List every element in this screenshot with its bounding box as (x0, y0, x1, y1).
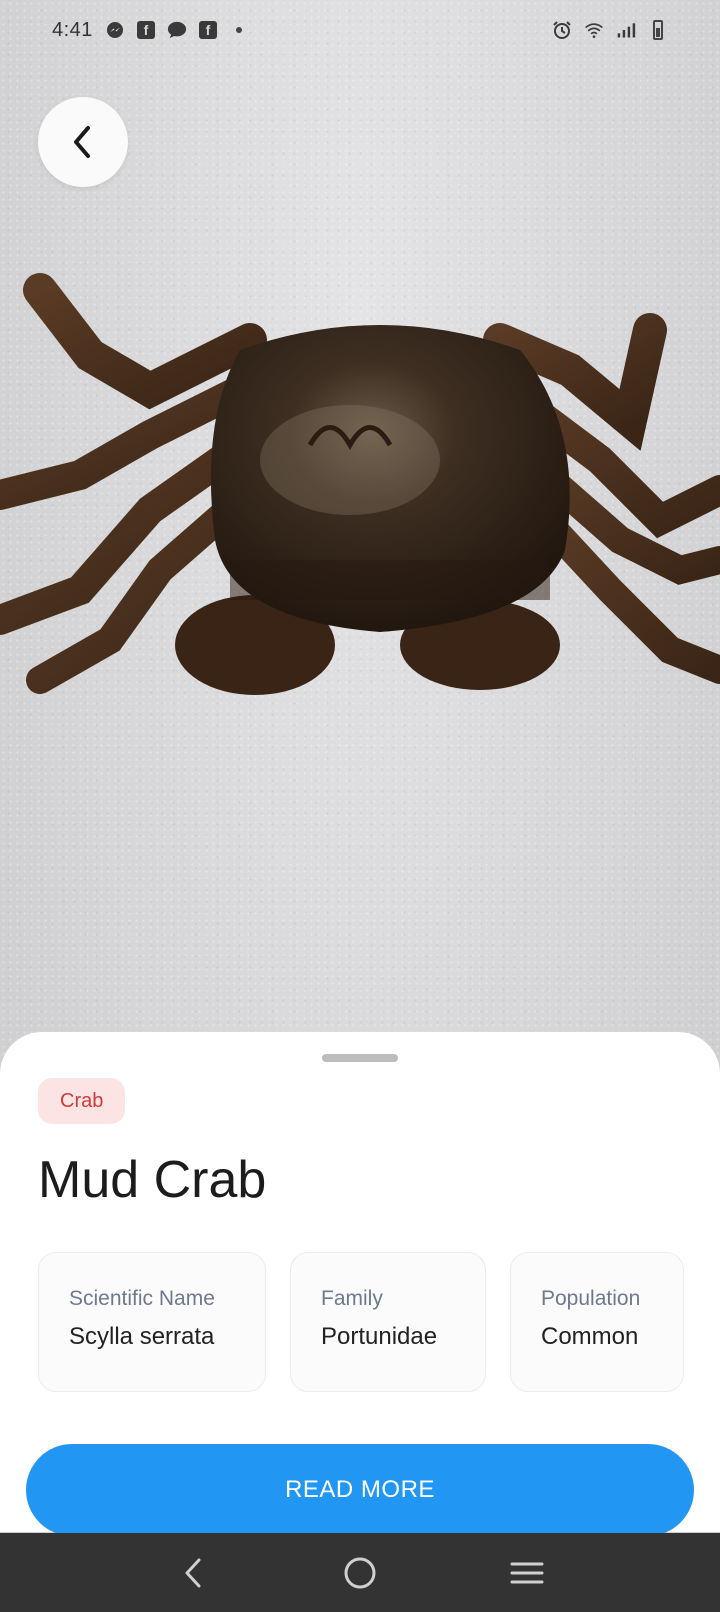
wifi-icon (584, 20, 604, 40)
system-navigation-bar (0, 1533, 720, 1612)
info-card-scientific-name: Scientific Name Scylla serrata (38, 1252, 266, 1392)
back-button[interactable] (38, 97, 128, 187)
nav-recents-button[interactable] (497, 1543, 557, 1603)
battery-icon (648, 20, 668, 40)
facebook-icon: f (136, 21, 155, 39)
read-more-button[interactable]: READ MORE (26, 1444, 694, 1536)
chevron-left-icon (74, 126, 90, 158)
dot-icon (229, 20, 249, 40)
species-detail-screen: 4:41 f f Crab Mud Crab Scientific Name S… (0, 0, 720, 1612)
info-card-population: Population Common (510, 1252, 684, 1392)
info-card-family: Family Portunidae (290, 1252, 486, 1392)
status-time: 4:41 (52, 18, 93, 41)
status-bar: 4:41 f f (0, 0, 720, 60)
info-card-value: Portunidae (321, 1323, 438, 1350)
info-card-label: Scientific Name (69, 1287, 215, 1310)
home-icon (344, 1557, 376, 1588)
info-card-label: Population (541, 1287, 641, 1310)
status-right (552, 20, 668, 40)
messenger-icon (105, 20, 125, 40)
status-left: 4:41 f f (52, 19, 249, 42)
alarm-icon (552, 20, 572, 40)
species-title: Mud Crab (38, 1151, 267, 1209)
facebook-icon: f (198, 21, 217, 39)
sheet-drag-handle[interactable] (322, 1054, 398, 1062)
nav-back-button[interactable] (163, 1543, 223, 1603)
info-card-value: Scylla serrata (69, 1323, 215, 1350)
info-card-label: Family (321, 1287, 383, 1310)
category-tag-label: Crab (60, 1089, 104, 1112)
info-card-value: Common (541, 1323, 639, 1350)
category-tag: Crab (38, 1078, 126, 1124)
recents-icon (510, 1562, 544, 1583)
signal-icon (616, 20, 636, 40)
nav-home-button[interactable] (330, 1543, 390, 1603)
crab-photo (0, 273, 720, 695)
back-icon (185, 1558, 201, 1587)
chat-bubble-icon (167, 20, 187, 40)
info-cards: Scientific Name Scylla serrata Family Po… (38, 1252, 684, 1392)
